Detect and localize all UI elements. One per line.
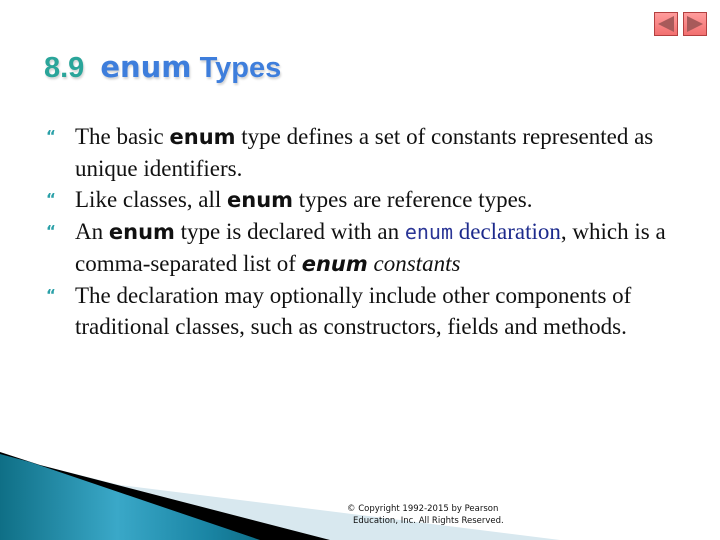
code-keyword-blue: enum	[404, 220, 453, 244]
bullet-item: “ Like classes, all enum types are refer…	[46, 184, 686, 216]
code-keyword: enum	[169, 125, 236, 149]
section-number: 8.9	[44, 52, 85, 84]
copyright-notice: © Copyright 1992-2015 by Pearson Educati…	[347, 504, 504, 526]
slide-title: 8.9 enum Types	[44, 50, 281, 85]
code-keyword: enum	[227, 188, 294, 212]
code-keyword-italic: enum	[301, 252, 368, 276]
bullet-item: “ The basic enum type defines a set of c…	[46, 121, 686, 184]
title-keyword: enum	[100, 50, 192, 84]
next-slide-button[interactable]	[683, 12, 707, 36]
swoosh-teal-band	[0, 454, 260, 540]
title-text: Types	[199, 52, 282, 84]
bullet-icon: “	[46, 222, 56, 240]
bullet-item: “ An enum type is declared with an enum …	[46, 216, 686, 280]
previous-slide-button[interactable]	[654, 12, 678, 36]
term-constants: constants	[367, 251, 461, 276]
triangle-left-icon	[658, 16, 674, 32]
code-keyword: enum	[108, 220, 175, 244]
bullet-icon: “	[46, 190, 56, 208]
bullet-icon: “	[46, 286, 56, 304]
term-declaration: declaration	[453, 219, 561, 244]
bullet-item: “ The declaration may optionally include…	[46, 280, 686, 342]
triangle-right-icon	[687, 16, 703, 32]
bullet-icon: “	[46, 127, 56, 145]
bullet-list: “ The basic enum type defines a set of c…	[46, 121, 686, 342]
